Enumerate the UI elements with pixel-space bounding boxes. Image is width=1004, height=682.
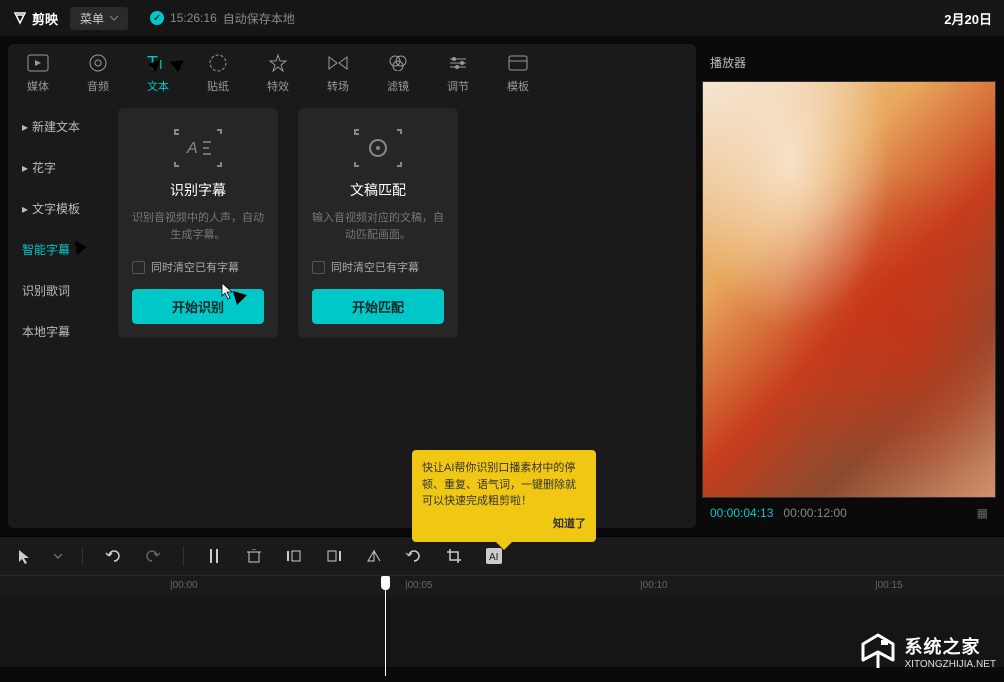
cursor-tool[interactable] <box>14 546 34 566</box>
watermark: 系统之家 XITONGZHIJIA.NET <box>857 630 997 672</box>
crop-button[interactable] <box>444 546 464 566</box>
tooltip-ok-button[interactable]: 知道了 <box>422 516 586 533</box>
ruler-tick: |00:15 <box>875 580 903 591</box>
player-controls: 00:00:04:13 00:00:12:00 ▦ <box>702 498 996 528</box>
tab-template[interactable]: 模板 <box>498 52 538 94</box>
sticker-icon <box>207 52 229 74</box>
watermark-icon <box>857 630 899 672</box>
menu-dropdown[interactable]: 菜单 <box>70 7 128 30</box>
template-icon <box>507 52 529 74</box>
effect-icon <box>267 52 289 74</box>
ruler-tick: |00:00 <box>170 580 198 591</box>
sidebar-item-local-subtitle[interactable]: 本地字幕 <box>14 313 102 350</box>
redo-button[interactable] <box>143 546 163 566</box>
playhead[interactable] <box>380 576 390 676</box>
sidebar-item-lyrics[interactable]: 识别歌词 <box>14 272 102 309</box>
ai-tooltip: 快让AI帮你识别口播素材中的停顿、重复、语气词，一键删除就可以快速完成粗剪啦！ … <box>412 450 596 542</box>
player-title: 播放器 <box>702 44 996 81</box>
player-viewport[interactable] <box>702 81 996 498</box>
tab-nav: 媒体 音频 TI文本 贴纸 特效 转场 滤镜 调节 模板 <box>8 44 696 98</box>
undo-button[interactable] <box>103 546 123 566</box>
ratio-icon[interactable]: ▦ <box>977 506 988 520</box>
sidebar-item-smart-subtitle[interactable]: 智能字幕 <box>14 231 102 268</box>
crop-right-button[interactable] <box>324 546 344 566</box>
tab-sticker[interactable]: 贴纸 <box>198 52 238 94</box>
top-bar: 剪映 菜单 ✓ 15:26:16 自动保存本地 2月20日 <box>0 0 1004 36</box>
tab-media[interactable]: 媒体 <box>18 52 58 94</box>
subtitle-recognize-icon: A <box>173 128 223 168</box>
filter-icon <box>387 52 409 74</box>
chevron-down-icon <box>54 554 62 559</box>
card-description: 识别音视频中的人声，自动生成字幕。 <box>132 210 264 243</box>
app-logo: 剪映 <box>12 9 58 28</box>
chevron-right-icon: ▸ <box>22 161 28 175</box>
time-total: 00:00:12:00 <box>783 506 846 520</box>
svg-text:I: I <box>159 57 163 72</box>
script-match-icon <box>353 128 403 168</box>
start-recognize-button[interactable]: 开始识别 <box>132 289 264 324</box>
card-description: 输入音视频对应的文稿，自动匹配画面。 <box>312 210 444 243</box>
tab-text[interactable]: TI文本 <box>138 52 178 94</box>
timeline-ruler[interactable]: |00:00 |00:05 |00:10 |00:15 <box>0 575 1004 597</box>
chevron-right-icon: ▸ <box>22 120 28 134</box>
clear-subtitle-checkbox[interactable]: 同时清空已有字幕 <box>312 259 419 275</box>
sidebar-item-new-text[interactable]: ▸新建文本 <box>14 108 102 145</box>
card-title: 文稿匹配 <box>350 180 406 200</box>
media-icon <box>27 52 49 74</box>
tooltip-text: 快让AI帮你识别口播素材中的停顿、重复、语气词，一键删除就可以快速完成粗剪啦！ <box>422 460 586 510</box>
timeline-track[interactable] <box>0 597 1004 667</box>
tab-effect[interactable]: 特效 <box>258 52 298 94</box>
card-title: 识别字幕 <box>170 180 226 200</box>
player-panel: 播放器 00:00:04:13 00:00:12:00 ▦ <box>702 44 996 528</box>
chevron-down-icon <box>110 16 118 21</box>
card-script-match: 文稿匹配 输入音视频对应的文稿，自动匹配画面。 同时清空已有字幕 开始匹配 <box>298 108 458 338</box>
svg-text:AI: AI <box>489 552 498 563</box>
ruler-tick: |00:05 <box>405 580 433 591</box>
tab-audio[interactable]: 音频 <box>78 52 118 94</box>
sidebar-item-fancy-text[interactable]: ▸花字 <box>14 149 102 186</box>
time-current: 00:00:04:13 <box>710 506 773 520</box>
split-button[interactable] <box>204 546 224 566</box>
clear-subtitle-checkbox[interactable]: 同时清空已有字幕 <box>132 259 239 275</box>
timeline: AI |00:00 |00:05 |00:10 |00:15 <box>0 536 1004 667</box>
start-match-button[interactable]: 开始匹配 <box>312 289 444 324</box>
autosave-status: ✓ 15:26:16 自动保存本地 <box>150 10 295 27</box>
check-icon: ✓ <box>150 11 164 25</box>
tab-adjust[interactable]: 调节 <box>438 52 478 94</box>
text-icon: TI <box>147 52 169 74</box>
delete-button[interactable] <box>244 546 264 566</box>
tab-transition[interactable]: 转场 <box>318 52 358 94</box>
audio-icon <box>87 52 109 74</box>
text-sidebar: ▸新建文本 ▸花字 ▸文字模板 智能字幕 识别歌词 本地字幕 <box>8 98 108 528</box>
transition-icon <box>327 52 349 74</box>
sidebar-item-text-template[interactable]: ▸文字模板 <box>14 190 102 227</box>
mirror-button[interactable] <box>364 546 384 566</box>
ruler-tick: |00:10 <box>640 580 668 591</box>
project-date: 2月20日 <box>944 9 992 28</box>
tab-filter[interactable]: 滤镜 <box>378 52 418 94</box>
svg-text:A: A <box>186 140 198 157</box>
chevron-right-icon: ▸ <box>22 202 28 216</box>
adjust-icon <box>447 52 469 74</box>
rotate-button[interactable] <box>404 546 424 566</box>
svg-text:T: T <box>147 53 158 73</box>
card-recognize-subtitle: A 识别字幕 识别音视频中的人声，自动生成字幕。 同时清空已有字幕 开始识别 <box>118 108 278 338</box>
crop-left-button[interactable] <box>284 546 304 566</box>
